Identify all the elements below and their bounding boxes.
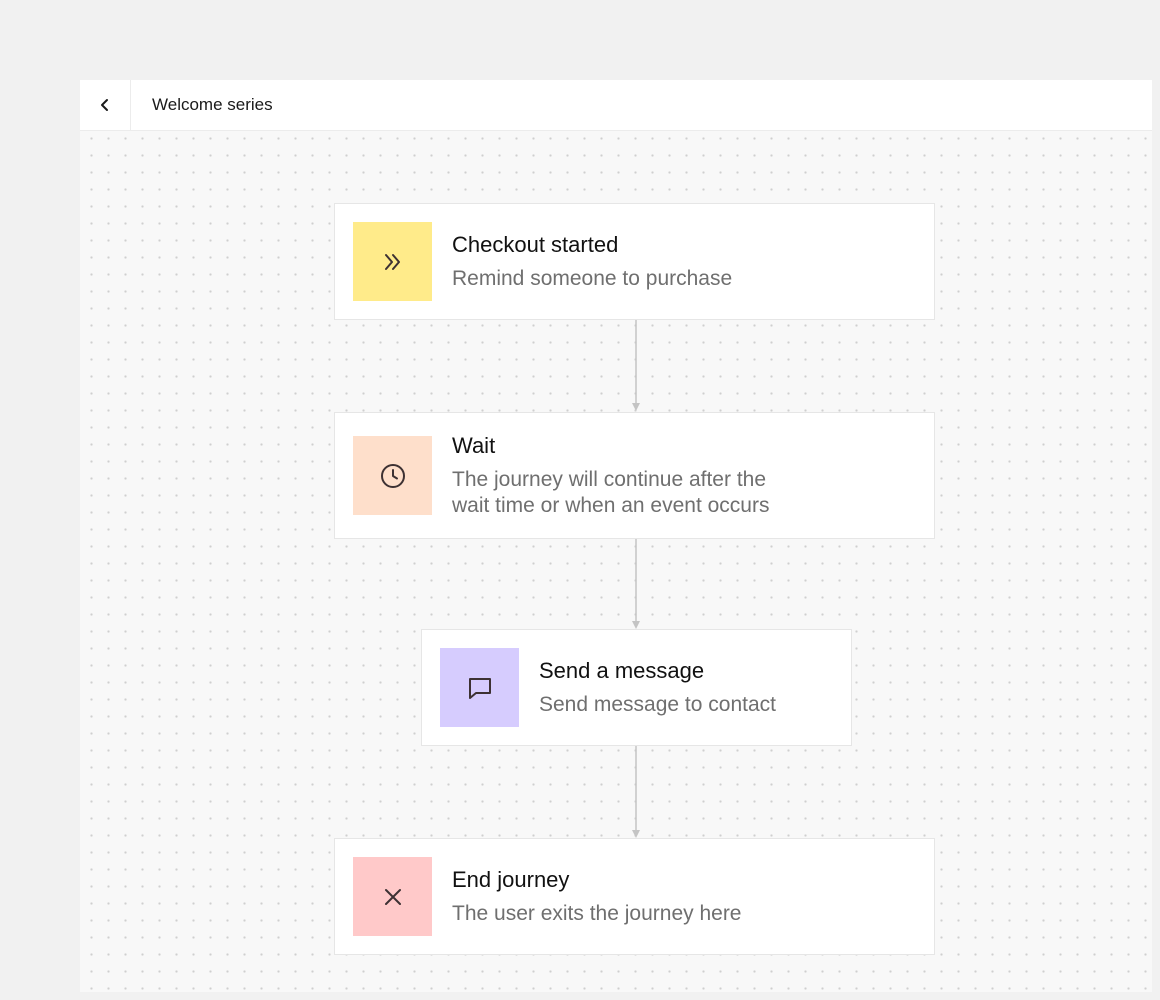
node-title: Wait xyxy=(452,433,496,458)
top-bar: Welcome series xyxy=(80,80,1152,131)
journey-editor: Welcome series Checkout started Remind s… xyxy=(80,80,1152,992)
node-icon-box xyxy=(353,857,432,936)
page-title: Welcome series xyxy=(152,95,273,114)
node-title: Send a message xyxy=(539,658,705,683)
node-title: End journey xyxy=(452,867,570,892)
connector-arrow xyxy=(632,746,640,838)
clock-icon xyxy=(380,463,405,488)
close-icon xyxy=(384,888,401,905)
connector-arrow xyxy=(632,539,640,629)
connector-arrow xyxy=(632,320,640,411)
node-icon-box xyxy=(440,648,519,727)
node-description: Send message to contact xyxy=(539,693,776,716)
double-chevron-right-icon xyxy=(384,253,400,270)
node-description: Remind someone to purchase xyxy=(452,267,733,290)
node-title: Checkout started xyxy=(452,232,619,257)
message-bubble-icon xyxy=(468,677,491,699)
send-message-node[interactable]: Send a message Send message to contact xyxy=(421,629,852,746)
wait-node[interactable]: Wait The journey will continue after the… xyxy=(334,412,935,539)
flow-canvas: Checkout started Remind someone to purch… xyxy=(80,131,1152,992)
node-description: The journey will continue after the wait… xyxy=(452,468,770,517)
node-description: The user exits the journey here xyxy=(452,902,742,925)
back-button[interactable] xyxy=(80,80,131,130)
node-icon-box xyxy=(353,222,432,301)
chevron-left-icon xyxy=(101,99,108,111)
node-icon-box xyxy=(353,436,432,515)
trigger-node-checkout-started[interactable]: Checkout started Remind someone to purch… xyxy=(334,203,935,320)
end-journey-node[interactable]: End journey The user exits the journey h… xyxy=(334,838,935,955)
